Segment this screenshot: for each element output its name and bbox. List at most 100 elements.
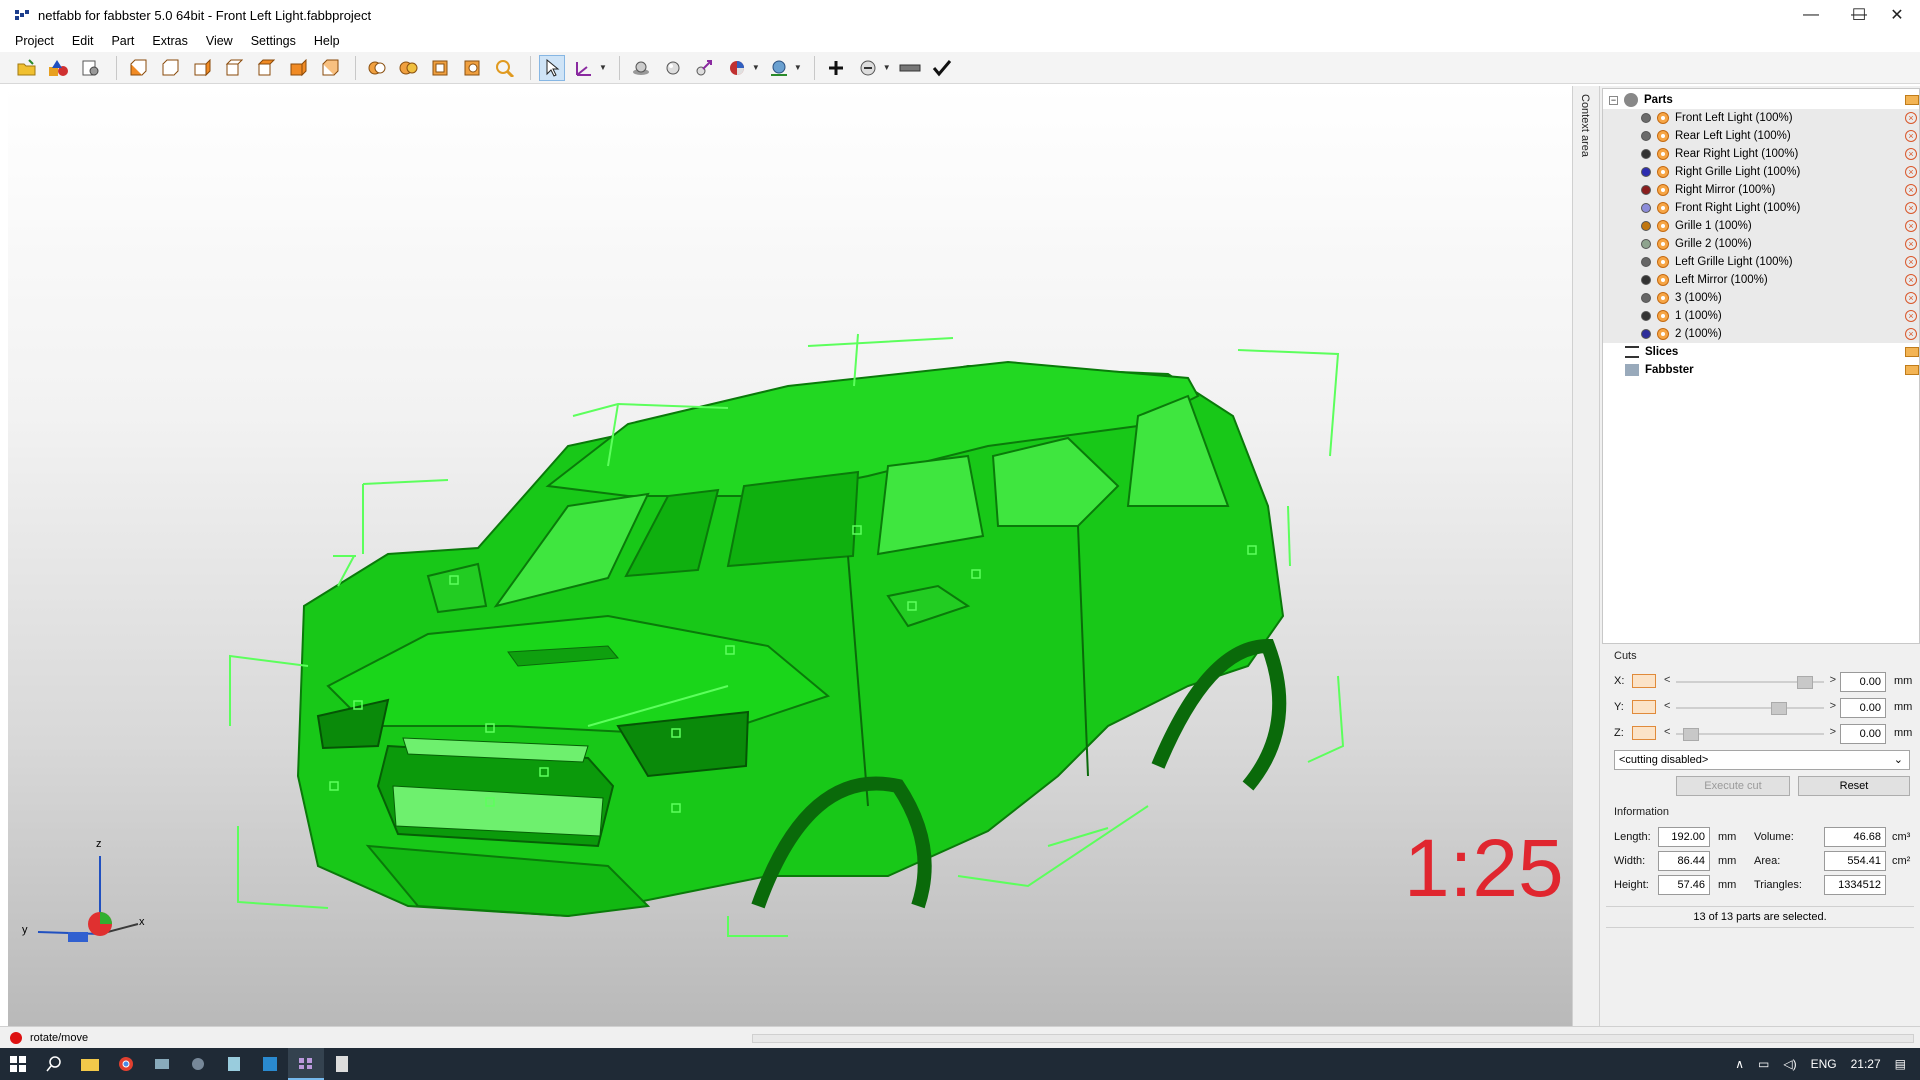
view-left-icon[interactable] [189, 55, 215, 81]
add-part-icon[interactable] [46, 55, 72, 81]
remove-part-icon[interactable]: × [1905, 184, 1917, 196]
part-color-icon[interactable] [1641, 131, 1651, 141]
visibility-eye-icon[interactable] [1657, 130, 1669, 142]
check-icon[interactable] [929, 55, 955, 81]
menu-edit[interactable]: Edit [63, 34, 103, 48]
remove-part-icon[interactable]: × [1905, 292, 1917, 304]
repair-icon[interactable] [855, 55, 881, 81]
3d-viewport[interactable]: z x y 1:25 [8, 86, 1572, 1026]
tree-slices[interactable]: Slices [1603, 343, 1919, 361]
volume-icon[interactable]: ◁) [1783, 1057, 1796, 1071]
windows-start-icon[interactable] [0, 1048, 36, 1080]
network-icon[interactable]: ▭ [1758, 1057, 1769, 1071]
tree-part-row[interactable]: 2 (100%) × [1603, 325, 1919, 343]
visibility-eye-icon[interactable] [1657, 112, 1669, 124]
remove-part-icon[interactable]: × [1905, 148, 1917, 160]
menu-project[interactable]: Project [6, 34, 63, 48]
part-color-icon[interactable] [1641, 311, 1651, 321]
tree-part-row[interactable]: Front Right Light (100%) × [1603, 199, 1919, 217]
language-indicator[interactable]: ENG [1811, 1057, 1837, 1071]
select-pointer-icon[interactable] [539, 54, 565, 81]
add-icon[interactable] [823, 55, 849, 81]
visibility-eye-icon[interactable] [1657, 256, 1669, 268]
menu-help[interactable]: Help [305, 34, 349, 48]
tree-part-row[interactable]: Right Mirror (100%) × [1603, 181, 1919, 199]
part-color-icon[interactable] [1641, 239, 1651, 249]
tree-fabbster[interactable]: Fabbster [1603, 361, 1919, 379]
view-back-icon[interactable] [157, 55, 183, 81]
search-icon[interactable] [36, 1048, 72, 1080]
zoom-selection-icon[interactable] [460, 55, 486, 81]
menu-extras[interactable]: Extras [143, 34, 196, 48]
tree-part-row[interactable]: Grille 2 (100%) × [1603, 235, 1919, 253]
tree-part-row[interactable]: Rear Right Light (100%) × [1603, 145, 1919, 163]
visibility-eye-icon[interactable] [1657, 220, 1669, 232]
tree-part-row[interactable]: Rear Left Light (100%) × [1603, 127, 1919, 145]
menu-view[interactable]: View [197, 34, 242, 48]
remove-part-icon[interactable]: × [1905, 130, 1917, 142]
shading-icon[interactable] [628, 55, 654, 81]
part-color-icon[interactable] [1641, 293, 1651, 303]
chrome-icon[interactable] [108, 1048, 144, 1080]
folder-icon[interactable] [1905, 365, 1919, 375]
cut-x-color[interactable] [1632, 674, 1656, 688]
tree-part-row[interactable]: 1 (100%) × [1603, 307, 1919, 325]
remove-part-icon[interactable]: × [1905, 112, 1917, 124]
remove-part-icon[interactable]: × [1905, 274, 1917, 286]
cut-z-value[interactable]: 0.00 [1840, 724, 1886, 744]
clock[interactable]: 21:27 [1851, 1057, 1881, 1071]
execute-cut-button[interactable]: Execute cut [1676, 776, 1790, 796]
remove-part-icon[interactable]: × [1905, 328, 1917, 340]
part-color-icon[interactable] [1641, 221, 1651, 231]
file-explorer-icon[interactable] [72, 1048, 108, 1080]
cut-x-slider[interactable]: < > [1662, 674, 1838, 690]
view-bottom-icon[interactable] [285, 55, 311, 81]
cut-z-color[interactable] [1632, 726, 1656, 740]
chevron-up-icon[interactable]: ∧ [1735, 1057, 1744, 1071]
zoom-parts-icon[interactable] [364, 55, 390, 81]
tree-part-row[interactable]: Right Grille Light (100%) × [1603, 163, 1919, 181]
tree-part-row[interactable]: Left Grille Light (100%) × [1603, 253, 1919, 271]
move-axes-icon[interactable] [571, 55, 597, 81]
visibility-eye-icon[interactable] [1657, 238, 1669, 250]
chevron-down-icon[interactable]: ▼ [794, 63, 802, 72]
cut-y-value[interactable]: 0.00 [1840, 698, 1886, 718]
tree-part-row[interactable]: Grille 1 (100%) × [1603, 217, 1919, 235]
cut-mode-select[interactable]: <cutting disabled> ⌄ [1614, 750, 1910, 770]
parts-tree[interactable]: − Parts Front Left Light (100%) × Rear Lef… [1602, 88, 1920, 644]
visibility-eye-icon[interactable] [1657, 148, 1669, 160]
view-right-icon[interactable] [221, 55, 247, 81]
view-top-icon[interactable] [253, 55, 279, 81]
tree-root-parts[interactable]: − Parts [1603, 91, 1919, 109]
visibility-eye-icon[interactable] [1657, 328, 1669, 340]
car-model[interactable] [8, 86, 1572, 1026]
part-color-icon[interactable] [1641, 185, 1651, 195]
notifications-icon[interactable]: ▤ [1895, 1057, 1906, 1071]
close-window-button[interactable]: ✕ [1874, 0, 1920, 30]
folder-icon[interactable] [1905, 95, 1919, 105]
part-color-icon[interactable] [1641, 203, 1651, 213]
zoom-all-icon[interactable] [396, 55, 422, 81]
zoom-magnifier-icon[interactable] [492, 55, 518, 81]
minimize-window-button[interactable]: — [1788, 0, 1834, 30]
measure-icon[interactable] [692, 55, 718, 81]
part-color-icon[interactable] [1641, 113, 1651, 123]
visibility-eye-icon[interactable] [1657, 166, 1669, 178]
reset-button[interactable]: Reset [1798, 776, 1910, 796]
view-iso-icon[interactable] [317, 55, 343, 81]
part-color-icon[interactable] [1641, 275, 1651, 285]
notepad-icon[interactable] [216, 1048, 252, 1080]
remove-part-icon[interactable]: × [1905, 310, 1917, 322]
menu-settings[interactable]: Settings [242, 34, 305, 48]
chevron-down-icon[interactable]: ▼ [752, 63, 760, 72]
lighting-icon[interactable] [660, 55, 686, 81]
visibility-eye-icon[interactable] [1657, 292, 1669, 304]
open-project-icon[interactable] [14, 55, 40, 81]
visibility-eye-icon[interactable] [1657, 202, 1669, 214]
remove-part-icon[interactable]: × [1905, 256, 1917, 268]
app-icon-2[interactable] [180, 1048, 216, 1080]
part-color-icon[interactable] [1641, 149, 1651, 159]
collapse-icon[interactable]: − [1609, 95, 1618, 105]
chevron-down-icon[interactable]: ▼ [599, 63, 607, 72]
remove-part-icon[interactable]: × [1905, 202, 1917, 214]
